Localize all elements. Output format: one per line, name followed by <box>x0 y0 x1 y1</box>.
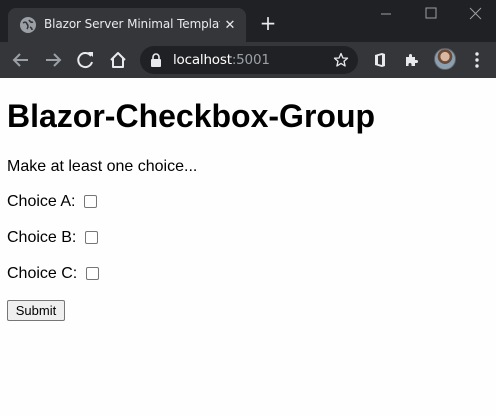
avatar[interactable] <box>434 48 456 70</box>
home-icon[interactable] <box>107 50 129 70</box>
page-title: Blazor-Checkbox-Group <box>7 98 376 134</box>
choice-label: Choice B: <box>7 229 77 246</box>
choice-label: Choice C: <box>7 265 78 282</box>
plus-icon[interactable]: + <box>258 13 278 33</box>
submit-button[interactable]: Submit <box>7 300 65 321</box>
window-close-icon[interactable] <box>464 4 488 22</box>
instruction-text: Make at least one choice... <box>7 158 198 175</box>
puzzle-extension-icon[interactable] <box>404 52 420 68</box>
choice-c-checkbox[interactable] <box>86 267 99 280</box>
lock-icon[interactable] <box>150 53 162 67</box>
globe-icon <box>20 17 36 33</box>
page-content: Blazor-Checkbox-Group Make at least one … <box>0 78 496 416</box>
menu-dots-icon[interactable] <box>470 51 484 69</box>
address-bar[interactable]: localhost:5001 <box>140 46 358 74</box>
forward-arrow-icon[interactable] <box>42 50 64 70</box>
back-arrow-icon[interactable] <box>10 50 32 70</box>
minimize-icon[interactable] <box>375 4 399 22</box>
tab-active[interactable]: Blazor Server Minimal Template ✕ <box>8 8 246 42</box>
reload-icon[interactable] <box>75 50 97 70</box>
maximize-icon[interactable] <box>420 4 444 22</box>
tab-strip: Blazor Server Minimal Template ✕ + <box>0 0 496 42</box>
star-icon[interactable] <box>333 52 349 68</box>
browser-toolbar: localhost:5001 <box>0 42 496 78</box>
url-port: :5001 <box>231 52 270 68</box>
choice-b-checkbox[interactable] <box>85 231 98 244</box>
choice-label: Choice A: <box>7 193 76 210</box>
choice-a-checkbox[interactable] <box>84 195 97 208</box>
browser-window: Blazor Server Minimal Template ✕ + local… <box>0 0 496 416</box>
tab-title: Blazor Server Minimal Template <box>44 17 220 31</box>
url-text: localhost:5001 <box>173 52 270 68</box>
url-host: localhost <box>173 52 232 68</box>
close-icon[interactable]: ✕ <box>222 17 238 33</box>
office-extension-icon[interactable] <box>372 52 388 68</box>
